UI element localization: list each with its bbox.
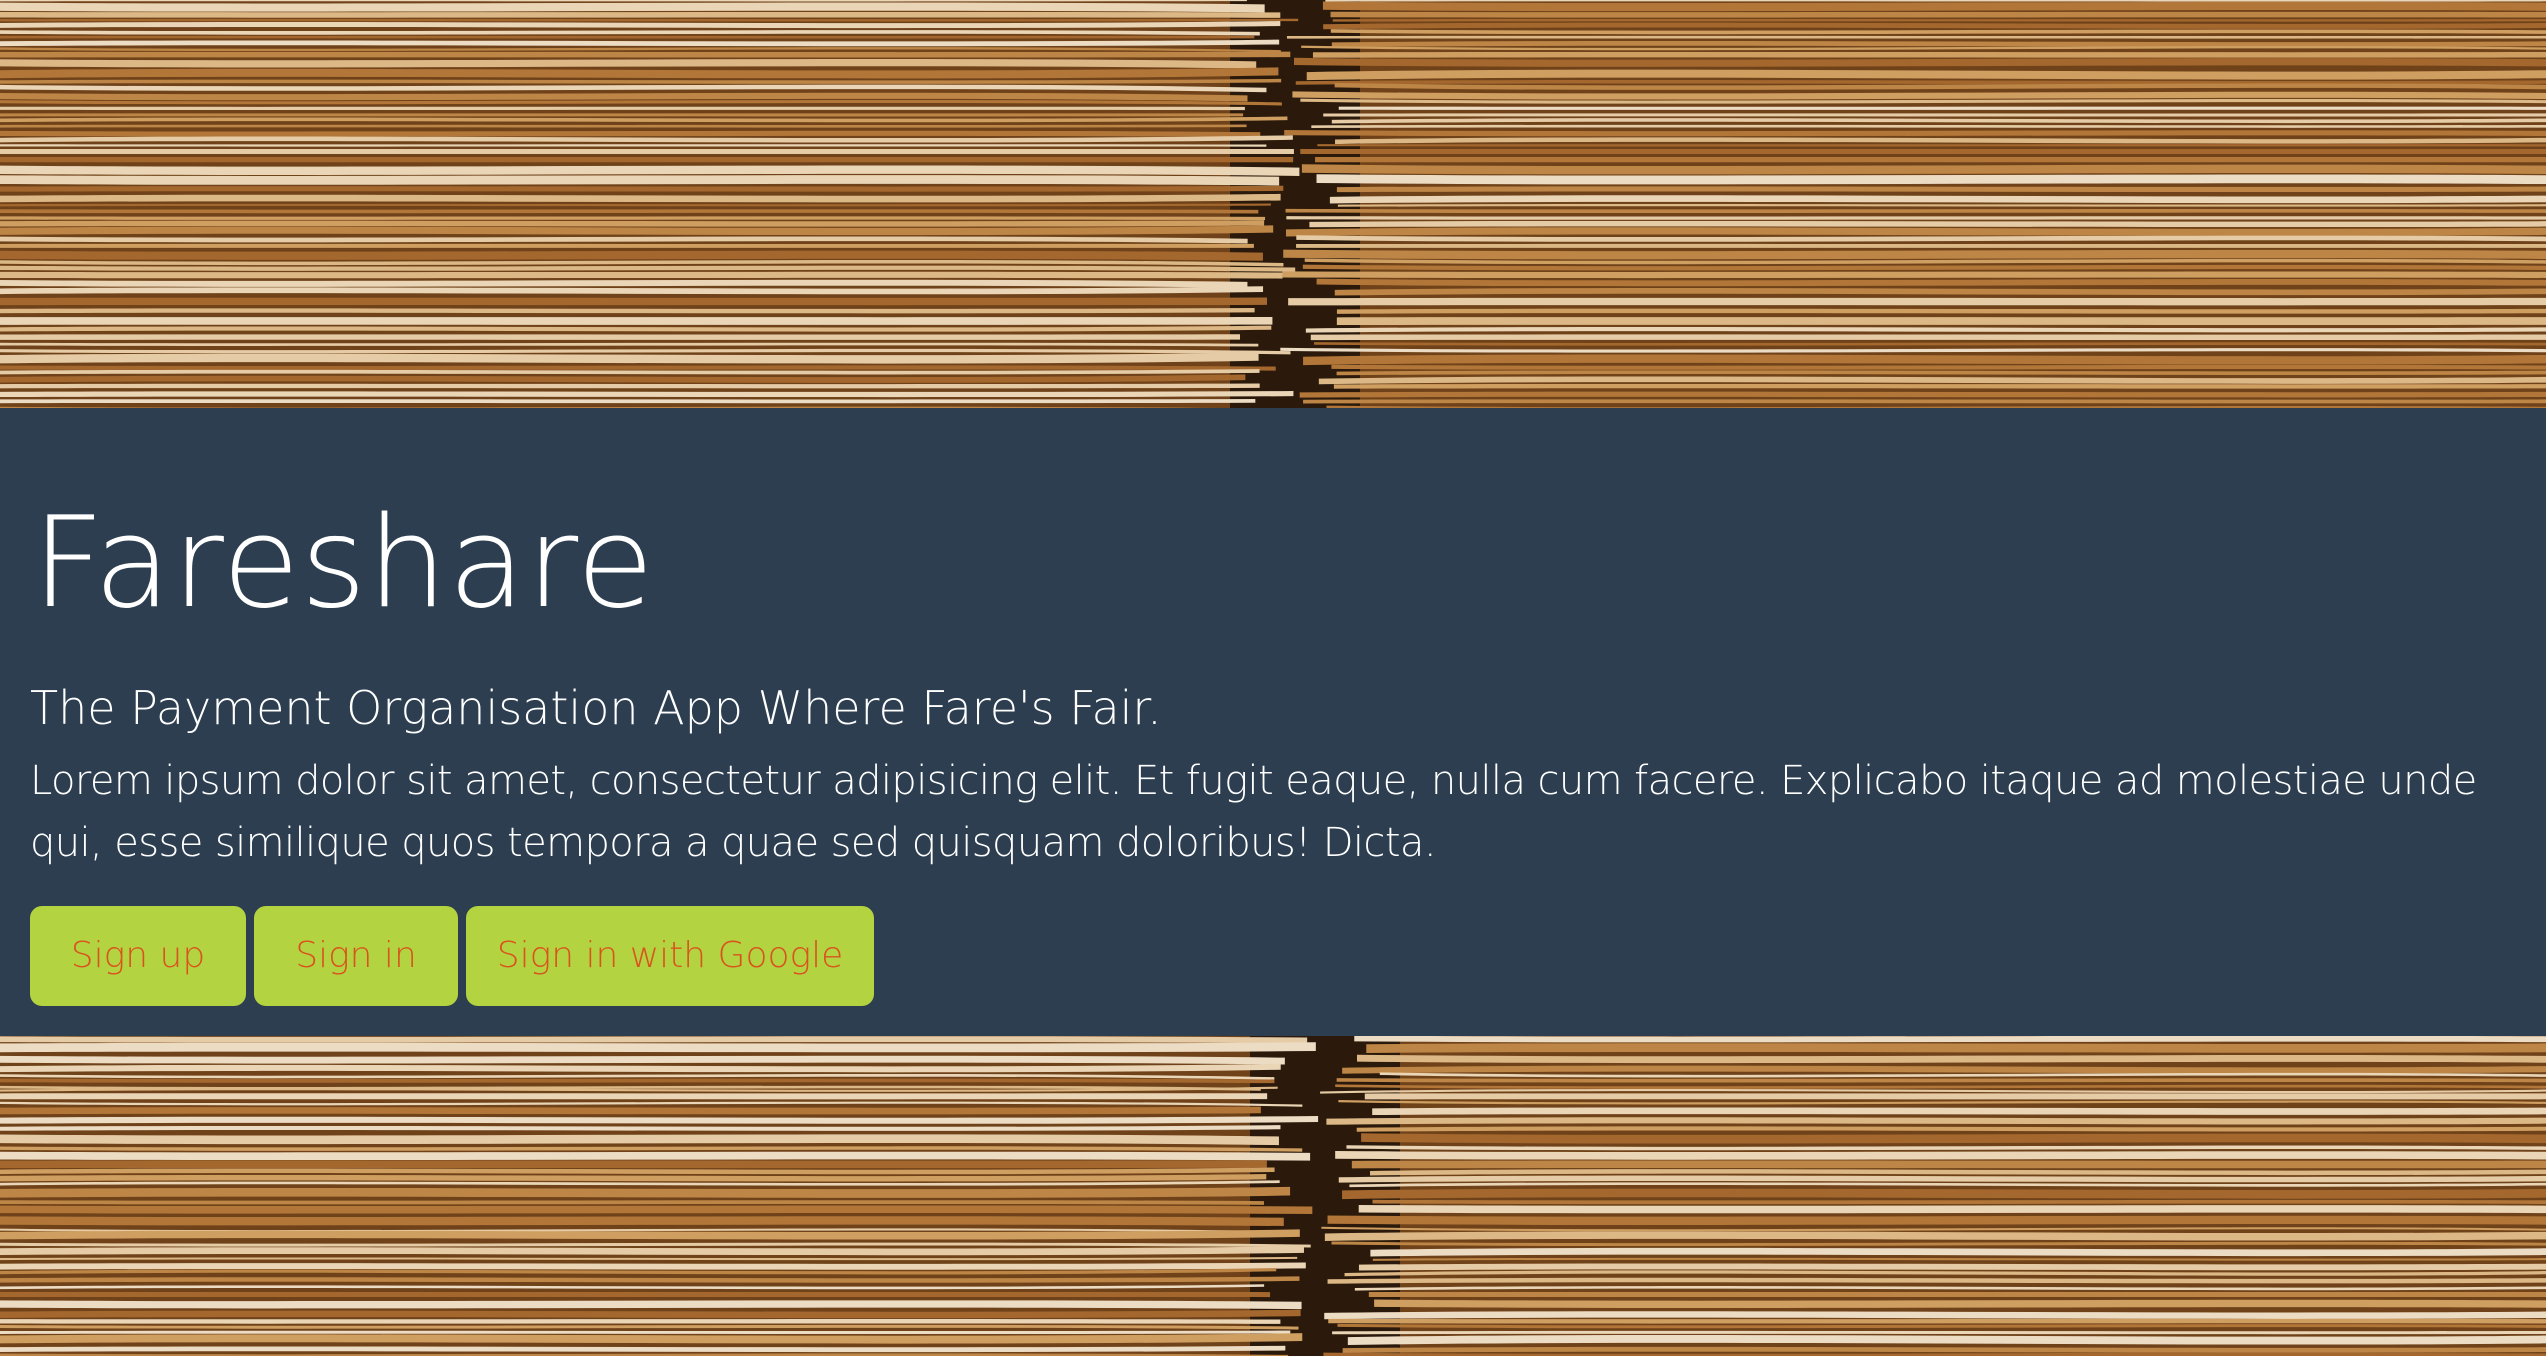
sign-up-button[interactable]: Sign up bbox=[30, 906, 246, 1006]
background-photo-top bbox=[0, 0, 2546, 408]
hero-banner: Fareshare The Payment Organisation App W… bbox=[0, 408, 2546, 1036]
hero-description: Lorem ipsum dolor sit amet, consectetur … bbox=[30, 758, 2477, 866]
sign-in-button[interactable]: Sign in bbox=[254, 906, 458, 1006]
app-tagline: The Payment Organisation App Where Fare'… bbox=[30, 681, 1162, 735]
app-title: Fareshare bbox=[32, 489, 655, 636]
sign-in-with-google-button[interactable]: Sign in with Google bbox=[466, 906, 874, 1006]
background-photo-bottom bbox=[0, 1036, 2546, 1356]
landing-page: Fareshare The Payment Organisation App W… bbox=[0, 0, 2546, 1356]
auth-button-group: Sign up Sign in Sign in with Google bbox=[30, 906, 874, 1006]
